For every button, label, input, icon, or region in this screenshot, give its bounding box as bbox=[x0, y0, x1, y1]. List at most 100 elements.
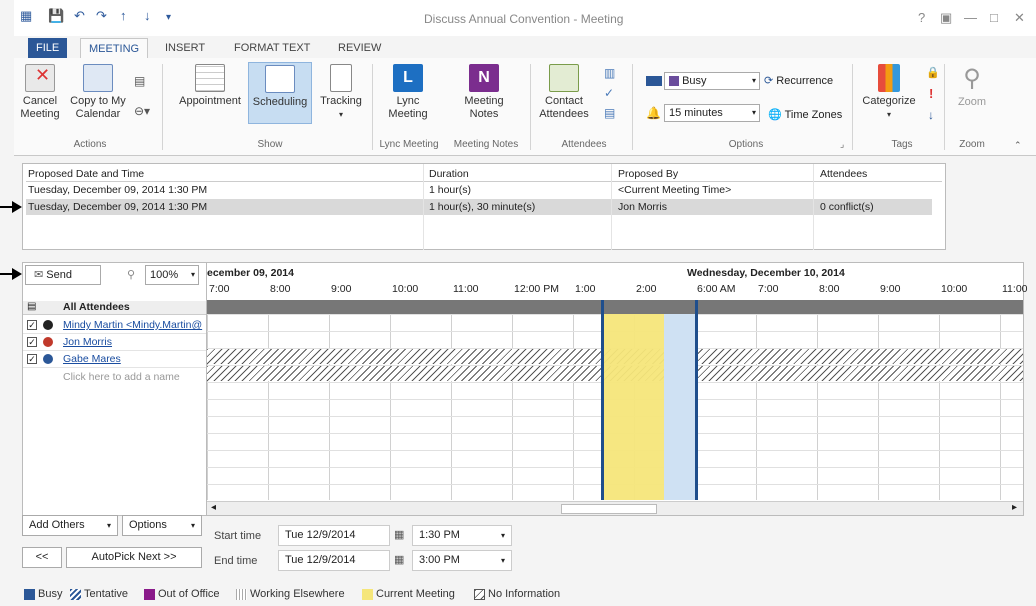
meeting-notes-label: Meeting Notes bbox=[464, 95, 504, 120]
low-importance-icon[interactable]: ↓ bbox=[928, 108, 934, 122]
scroll-right-icon[interactable]: ▸ bbox=[1012, 502, 1017, 513]
column-divider bbox=[611, 164, 612, 250]
options-button[interactable]: Options ▾ bbox=[122, 515, 202, 536]
tab-insert[interactable]: INSERT bbox=[157, 38, 213, 58]
ribbon-display-button[interactable]: ▣ bbox=[940, 10, 952, 26]
proposed-extension-block[interactable] bbox=[664, 314, 695, 500]
contact-attendees-button[interactable]: Contact Attendees bbox=[534, 64, 594, 121]
legend-working-elsewhere-swatch bbox=[236, 589, 247, 600]
lync-meeting-label: Lync Meeting bbox=[388, 95, 428, 120]
categorize-dropdown-icon: ▾ bbox=[886, 110, 891, 119]
add-name-field[interactable]: Click here to add a name bbox=[63, 371, 180, 383]
up-arrow-icon[interactable]: ↑ bbox=[120, 8, 127, 23]
show-as-select[interactable]: Busy ▾ bbox=[664, 72, 760, 90]
copy-to-calendar-button[interactable]: Copy to My Calendar bbox=[66, 64, 130, 121]
recurrence-button[interactable]: ⟳ Recurrence bbox=[764, 74, 833, 87]
freebusy-grid[interactable] bbox=[207, 300, 1023, 500]
horizontal-scrollbar[interactable]: ◂ ▸ bbox=[207, 501, 1023, 515]
add-others-button[interactable]: Add Others ▾ bbox=[22, 515, 118, 536]
collapse-ribbon-icon[interactable]: ⌃ bbox=[1014, 140, 1022, 151]
col-header-proposed-by[interactable]: Proposed By bbox=[618, 166, 678, 182]
tab-review[interactable]: REVIEW bbox=[330, 38, 389, 58]
selection-start-line[interactable] bbox=[601, 300, 604, 500]
time-zones-button[interactable]: 🌐 Time Zones bbox=[768, 108, 842, 121]
col-header-duration[interactable]: Duration bbox=[429, 166, 469, 182]
tracking-button[interactable]: Tracking ▾ bbox=[316, 64, 366, 121]
zoom-select[interactable]: 100% ▾ bbox=[145, 265, 199, 285]
column-divider bbox=[813, 164, 814, 250]
attendee-row[interactable]: ✓ Mindy Martin <Mindy.Martin@ bbox=[23, 317, 206, 334]
hour-gridline bbox=[817, 300, 818, 500]
tab-format-text[interactable]: FORMAT TEXT bbox=[226, 38, 318, 58]
cancel-meeting-button[interactable]: ✕ Cancel Meeting bbox=[18, 64, 62, 121]
maximize-button[interactable]: □ bbox=[990, 10, 998, 25]
separator bbox=[944, 64, 945, 150]
time-zones-label: Time Zones bbox=[784, 109, 843, 121]
forward-icon[interactable]: ▤ bbox=[134, 74, 145, 88]
attendee-name[interactable]: Gabe Mares bbox=[63, 351, 205, 367]
help-button[interactable]: ? bbox=[918, 10, 925, 25]
start-date-calendar-icon[interactable]: ▦ bbox=[394, 528, 404, 541]
save-icon[interactable]: 💾 bbox=[48, 8, 64, 24]
customize-qat-icon[interactable]: ▾ bbox=[166, 12, 171, 23]
check-names-icon[interactable]: ✓ bbox=[604, 86, 614, 100]
meeting-notes-button[interactable]: N Meeting Notes bbox=[456, 64, 512, 121]
cell-proposed-by: <Current Meeting Time> bbox=[618, 184, 732, 196]
reminder-select[interactable]: 15 minutes ▾ bbox=[664, 104, 760, 122]
respond-icon[interactable]: ⊖▾ bbox=[134, 104, 150, 118]
autopick-next-button[interactable]: AutoPick Next >> bbox=[66, 547, 202, 568]
categorize-button[interactable]: Categorize ▾ bbox=[858, 64, 920, 121]
cell-proposed-by: Jon Morris bbox=[618, 201, 668, 213]
current-meeting-block[interactable] bbox=[603, 314, 664, 500]
tab-meeting[interactable]: MEETING bbox=[80, 38, 149, 58]
start-time-select[interactable]: 1:30 PM ▾ bbox=[412, 525, 512, 546]
attendee-checkbox[interactable]: ✓ bbox=[27, 354, 37, 364]
hour-gridline bbox=[512, 300, 513, 500]
scrollbar-thumb[interactable] bbox=[561, 504, 657, 514]
private-lock-icon[interactable]: 🔒 bbox=[926, 66, 940, 79]
legend-busy: Busy bbox=[38, 588, 63, 600]
down-arrow-icon[interactable]: ↓ bbox=[144, 8, 151, 23]
add-others-dropdown-icon: ▾ bbox=[106, 521, 111, 530]
attendee-name[interactable]: Jon Morris bbox=[63, 334, 205, 350]
scheduling-button[interactable]: Scheduling bbox=[248, 62, 312, 124]
group-lync-label: Lync Meeting bbox=[379, 139, 439, 150]
onenote-icon: N bbox=[469, 64, 499, 92]
scroll-left-icon[interactable]: ◂ bbox=[211, 502, 216, 513]
lync-meeting-button[interactable]: L Lync Meeting bbox=[382, 64, 434, 121]
attendee-checkbox[interactable]: ✓ bbox=[27, 320, 37, 330]
response-options-icon[interactable]: ▤ bbox=[604, 106, 615, 120]
selection-end-line[interactable] bbox=[695, 300, 698, 500]
address-book-icon[interactable]: ▥ bbox=[604, 66, 615, 80]
recurrence-icon: ⟳ bbox=[764, 75, 774, 87]
col-header-attendees[interactable]: Attendees bbox=[820, 166, 867, 182]
start-date-input[interactable]: Tue 12/9/2014 bbox=[278, 525, 390, 546]
zoom-button[interactable]: ⚲ Zoom bbox=[950, 64, 994, 109]
high-importance-icon[interactable]: ! bbox=[929, 86, 933, 101]
send-button[interactable]: ✉ Send bbox=[25, 265, 101, 285]
autopick-previous-button[interactable]: << bbox=[22, 547, 62, 568]
cell-date: Tuesday, December 09, 2014 1:30 PM bbox=[28, 184, 208, 196]
minimize-button[interactable]: — bbox=[964, 10, 977, 25]
appointment-button[interactable]: Appointment bbox=[176, 64, 244, 108]
attendee-name[interactable]: Mindy Martin <Mindy.Martin@ bbox=[63, 317, 205, 333]
end-date-calendar-icon[interactable]: ▦ bbox=[394, 553, 404, 566]
table-row[interactable]: Tuesday, December 09, 2014 1:30 PM 1 hou… bbox=[26, 182, 942, 198]
options-launcher-icon[interactable]: ⌟ bbox=[840, 139, 844, 150]
undo-icon[interactable]: ↶ bbox=[74, 8, 85, 24]
hour-gridline bbox=[878, 300, 879, 500]
tab-file[interactable]: FILE bbox=[28, 38, 68, 58]
col-header-date[interactable]: Proposed Date and Time bbox=[28, 166, 144, 182]
attendee-row[interactable]: ✓ Gabe Mares bbox=[23, 351, 206, 368]
attendee-row[interactable]: ✓ Jon Morris bbox=[23, 334, 206, 351]
tracking-dropdown-icon: ▾ bbox=[338, 110, 343, 119]
table-row-selected[interactable]: Tuesday, December 09, 2014 1:30 PM 1 hou… bbox=[26, 199, 932, 215]
time-label: 11:00 bbox=[453, 283, 479, 295]
end-time-select[interactable]: 3:00 PM ▾ bbox=[412, 550, 512, 571]
close-button[interactable]: ✕ bbox=[1014, 10, 1025, 26]
attendee-checkbox[interactable]: ✓ bbox=[27, 337, 37, 347]
attendee-status-icon bbox=[43, 320, 53, 330]
group-tags-label: Tags bbox=[891, 139, 913, 150]
redo-icon[interactable]: ↷ bbox=[96, 8, 107, 24]
end-date-input[interactable]: Tue 12/9/2014 bbox=[278, 550, 390, 571]
